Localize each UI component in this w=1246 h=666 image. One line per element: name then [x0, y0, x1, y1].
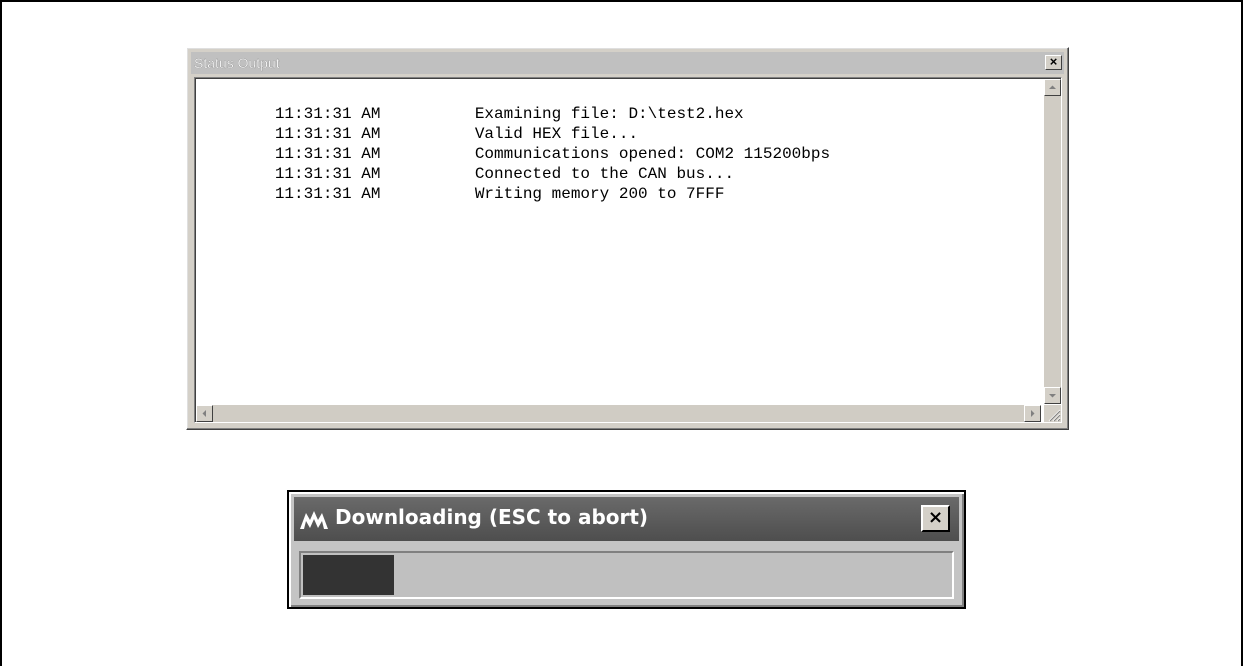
scroll-left-icon: [202, 410, 206, 417]
close-icon: ×: [1049, 54, 1058, 69]
log-message: Communications opened: COM2 115200bps: [474, 145, 831, 163]
downloading-dialog: Downloading (ESC to abort) ×: [287, 490, 966, 609]
scroll-up-button[interactable]: [1044, 79, 1061, 96]
log-time: 11:31:31 AM: [274, 125, 381, 143]
status-log-panel: 11:31:31 AM Examining file: D:\test2.hex …: [194, 77, 1062, 423]
status-output-titlebar[interactable]: Status Output ×: [191, 52, 1064, 74]
vertical-scrollbar[interactable]: [1044, 79, 1061, 404]
size-grip-icon: [1048, 409, 1061, 422]
download-progress-fill: [303, 555, 394, 595]
downloading-close-button[interactable]: ×: [921, 505, 950, 532]
scroll-down-icon: [1049, 394, 1056, 398]
scroll-up-icon: [1049, 85, 1056, 89]
log-time: 11:31:31 AM: [274, 105, 381, 123]
log-time: 11:31:31 AM: [274, 185, 381, 203]
size-grip[interactable]: [1044, 405, 1061, 422]
log-message: Examining file: D:\test2.hex: [474, 105, 744, 123]
status-output-window: Status Output × 11:31:31 AM Examining fil…: [186, 47, 1069, 430]
status-output-close-button[interactable]: ×: [1045, 55, 1062, 70]
close-icon: ×: [927, 507, 944, 528]
download-progress-bar: [299, 551, 954, 599]
scroll-right-icon: [1031, 410, 1035, 417]
status-log-list: 11:31:31 AM Examining file: D:\test2.hex …: [198, 84, 1028, 394]
scroll-right-button[interactable]: [1024, 405, 1041, 422]
log-row: 11:31:31 AM Examining file: D:\test2.hex: [198, 84, 1028, 123]
log-message: Connected to the CAN bus...: [474, 165, 735, 183]
downloading-titlebar[interactable]: Downloading (ESC to abort) ×: [294, 497, 959, 541]
microchip-logo-icon: [300, 511, 328, 529]
horizontal-scrollbar[interactable]: [196, 405, 1041, 422]
log-message: Valid HEX file...: [474, 125, 639, 143]
scroll-left-button[interactable]: [196, 405, 213, 422]
downloading-title: Downloading (ESC to abort): [335, 505, 649, 529]
log-message: Writing memory 200 to 7FFF: [474, 185, 725, 203]
status-output-title: Status Output: [194, 55, 280, 71]
log-time: 11:31:31 AM: [274, 145, 381, 163]
scroll-down-button[interactable]: [1044, 387, 1061, 404]
log-time: 11:31:31 AM: [274, 165, 381, 183]
